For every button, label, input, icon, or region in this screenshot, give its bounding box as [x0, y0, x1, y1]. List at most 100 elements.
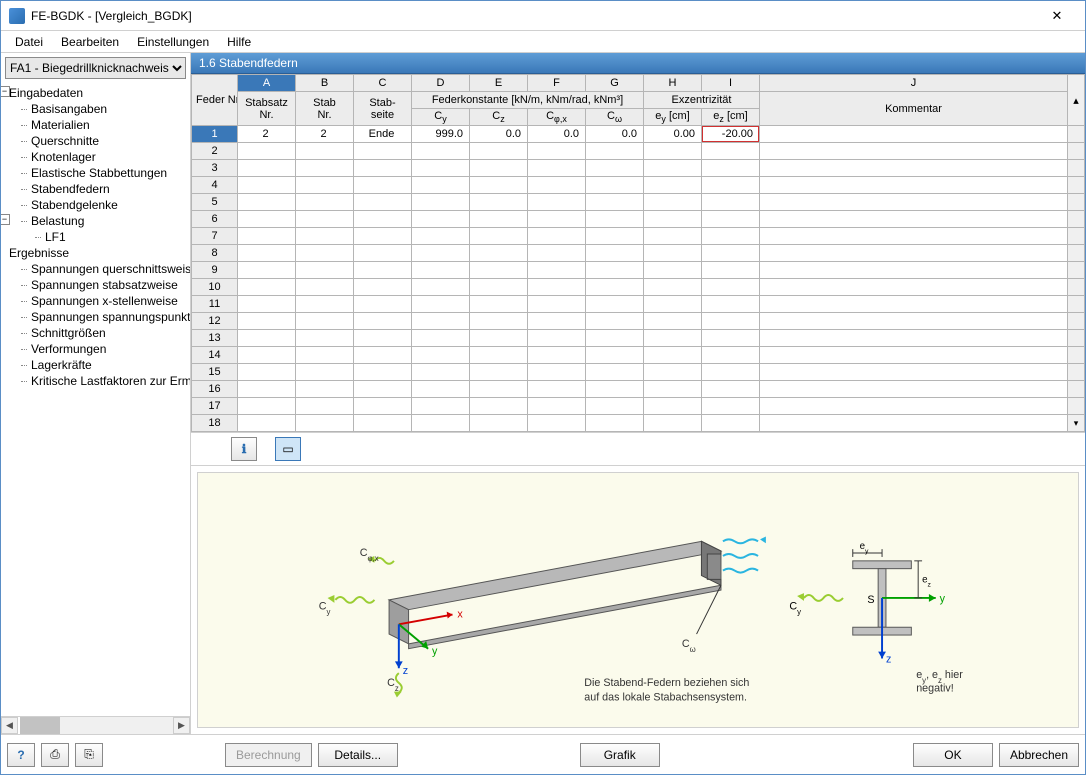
cell-16-d[interactable] — [412, 381, 470, 398]
cell-4-g[interactable] — [586, 177, 644, 194]
cell-12-c[interactable] — [354, 313, 412, 330]
cell-15-a[interactable] — [238, 364, 296, 381]
cell-3-g[interactable] — [586, 160, 644, 177]
grid-vscroll-track[interactable] — [1068, 245, 1085, 262]
cell-2-g[interactable] — [586, 143, 644, 160]
tree-querschnitte[interactable]: Querschnitte — [3, 133, 190, 149]
cell-3-f[interactable] — [528, 160, 586, 177]
cell-5-g[interactable] — [586, 194, 644, 211]
col-letter-b[interactable]: B — [296, 75, 354, 92]
cell-11-d[interactable] — [412, 296, 470, 313]
details-button[interactable]: Details... — [318, 743, 398, 767]
cell-10-i[interactable] — [702, 279, 760, 296]
tree-ergebnisse[interactable]: Ergebnisse — [3, 245, 190, 261]
cell-11-j[interactable] — [760, 296, 1068, 313]
help-button[interactable]: ? — [7, 743, 35, 767]
cell-6-a[interactable] — [238, 211, 296, 228]
cell-12-a[interactable] — [238, 313, 296, 330]
cell-1-cz[interactable]: 0.0 — [470, 126, 528, 143]
cell-1-cy[interactable]: 999.0 — [412, 126, 470, 143]
row-num-2[interactable]: 2 — [192, 143, 238, 160]
cell-18-b[interactable] — [296, 415, 354, 432]
cell-6-f[interactable] — [528, 211, 586, 228]
cell-3-d[interactable] — [412, 160, 470, 177]
cell-14-i[interactable] — [702, 347, 760, 364]
cell-2-j[interactable] — [760, 143, 1068, 160]
col-letter-i[interactable]: I — [702, 75, 760, 92]
cell-14-b[interactable] — [296, 347, 354, 364]
cell-13-h[interactable] — [644, 330, 702, 347]
cell-5-i[interactable] — [702, 194, 760, 211]
cell-13-a[interactable] — [238, 330, 296, 347]
row-num-14[interactable]: 14 — [192, 347, 238, 364]
cell-16-c[interactable] — [354, 381, 412, 398]
cell-9-b[interactable] — [296, 262, 354, 279]
cell-12-b[interactable] — [296, 313, 354, 330]
row-num-16[interactable]: 16 — [192, 381, 238, 398]
col-letter-h[interactable]: H — [644, 75, 702, 92]
row-num-12[interactable]: 12 — [192, 313, 238, 330]
grid-vscroll-track[interactable] — [1068, 126, 1085, 143]
grafik-button[interactable]: Grafik — [580, 743, 660, 767]
export-button-2[interactable]: ⎘ — [75, 743, 103, 767]
cell-7-a[interactable] — [238, 228, 296, 245]
cell-5-d[interactable] — [412, 194, 470, 211]
cell-5-f[interactable] — [528, 194, 586, 211]
cell-4-c[interactable] — [354, 177, 412, 194]
col-letter-e[interactable]: E — [470, 75, 528, 92]
cell-13-b[interactable] — [296, 330, 354, 347]
cell-11-c[interactable] — [354, 296, 412, 313]
cell-3-j[interactable] — [760, 160, 1068, 177]
cell-9-f[interactable] — [528, 262, 586, 279]
cell-8-b[interactable] — [296, 245, 354, 262]
row-num-6[interactable]: 6 — [192, 211, 238, 228]
cell-9-e[interactable] — [470, 262, 528, 279]
cell-4-i[interactable] — [702, 177, 760, 194]
col-letter-a[interactable]: A — [238, 75, 296, 92]
tree-lagerkraefte[interactable]: Lagerkräfte — [3, 357, 190, 373]
cell-6-g[interactable] — [586, 211, 644, 228]
cell-10-b[interactable] — [296, 279, 354, 296]
cell-17-f[interactable] — [528, 398, 586, 415]
cell-1-ez[interactable]: -20.00 — [702, 126, 760, 143]
cell-8-g[interactable] — [586, 245, 644, 262]
cell-5-c[interactable] — [354, 194, 412, 211]
cell-8-c[interactable] — [354, 245, 412, 262]
scroll-thumb[interactable] — [20, 717, 60, 734]
cell-6-j[interactable] — [760, 211, 1068, 228]
tree-lf1[interactable]: LF1 — [3, 229, 190, 245]
cell-4-b[interactable] — [296, 177, 354, 194]
row-num-17[interactable]: 17 — [192, 398, 238, 415]
grid-vscroll-track[interactable] — [1068, 228, 1085, 245]
cell-11-g[interactable] — [586, 296, 644, 313]
menu-datei[interactable]: Datei — [7, 33, 51, 51]
abbrechen-button[interactable]: Abbrechen — [999, 743, 1079, 767]
cell-1-stabsatz[interactable]: 2 — [238, 126, 296, 143]
cell-4-d[interactable] — [412, 177, 470, 194]
cell-14-d[interactable] — [412, 347, 470, 364]
grid-vscroll-track[interactable] — [1068, 313, 1085, 330]
cell-7-g[interactable] — [586, 228, 644, 245]
cell-12-h[interactable] — [644, 313, 702, 330]
grid-vscroll-track[interactable] — [1068, 279, 1085, 296]
cell-16-a[interactable] — [238, 381, 296, 398]
cell-9-c[interactable] — [354, 262, 412, 279]
cell-12-j[interactable] — [760, 313, 1068, 330]
cell-7-c[interactable] — [354, 228, 412, 245]
cell-15-e[interactable] — [470, 364, 528, 381]
row-num-9[interactable]: 9 — [192, 262, 238, 279]
cell-17-g[interactable] — [586, 398, 644, 415]
cell-17-j[interactable] — [760, 398, 1068, 415]
cell-16-i[interactable] — [702, 381, 760, 398]
close-button[interactable]: ✕ — [1037, 4, 1077, 28]
grid-vscroll-up-icon[interactable]: ▴ — [1068, 75, 1085, 126]
scroll-left-icon[interactable]: ◀ — [1, 717, 18, 734]
cell-13-e[interactable] — [470, 330, 528, 347]
loadcase-dropdown[interactable]: FA1 - Biegedrillknicknachweis mi… — [5, 57, 186, 79]
cell-14-g[interactable] — [586, 347, 644, 364]
cell-10-e[interactable] — [470, 279, 528, 296]
grid-vscroll-track[interactable] — [1068, 347, 1085, 364]
menu-hilfe[interactable]: Hilfe — [219, 33, 259, 51]
cell-6-e[interactable] — [470, 211, 528, 228]
cell-14-j[interactable] — [760, 347, 1068, 364]
